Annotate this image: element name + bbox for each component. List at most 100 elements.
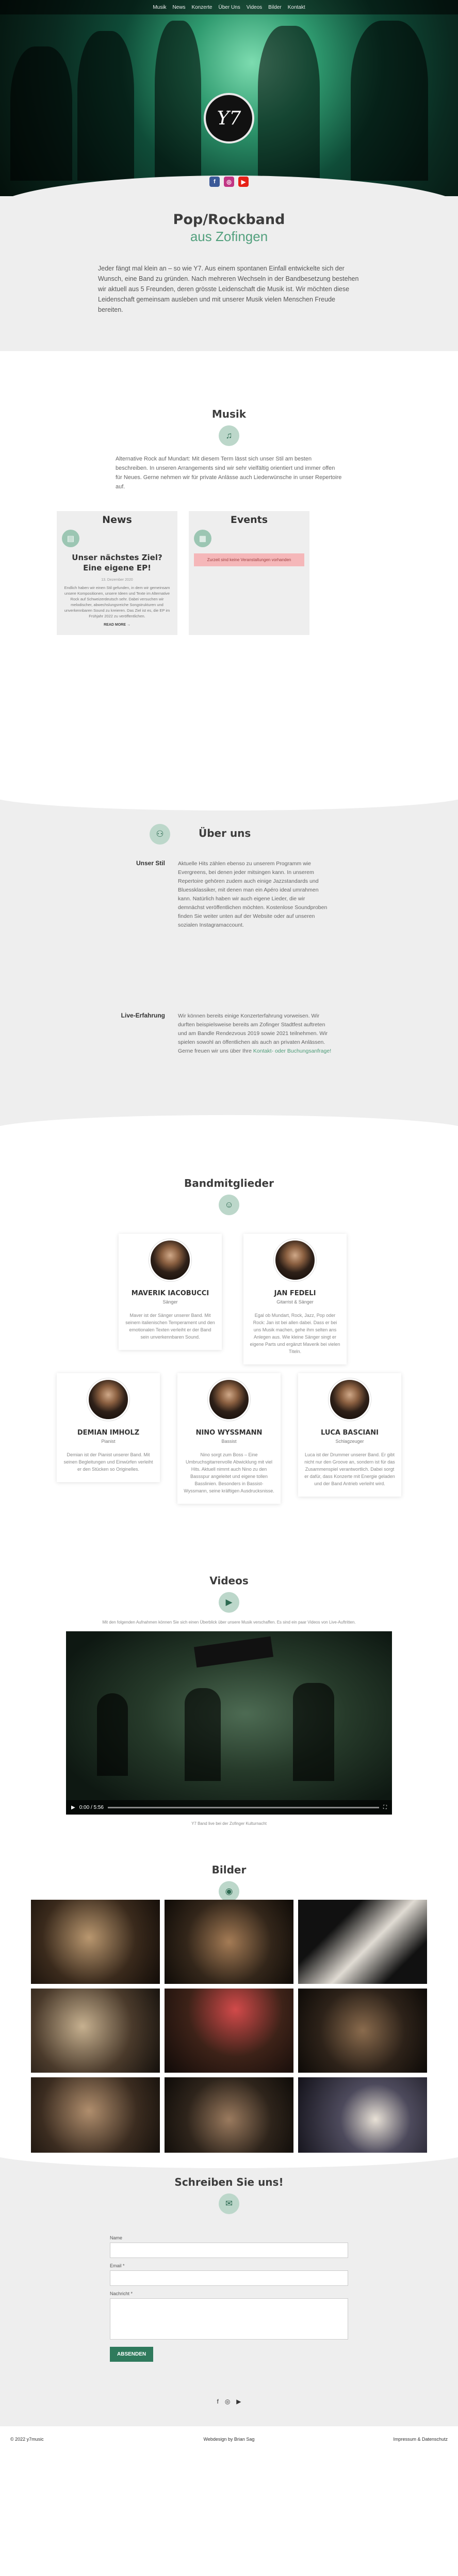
member-name: DEMIAN IMHOLZ [77,1429,140,1437]
band-silhouette [10,46,72,181]
gallery-photo[interactable] [31,1989,160,2073]
member-card: DEMIAN IMHOLZ Pianist Demian ist der Pia… [57,1373,160,1482]
news-body: Endlich haben wir einen Stil gefunden, i… [64,585,170,618]
band-silhouette [155,21,201,181]
members-title: Bandmitglieder [184,1177,274,1189]
instagram-icon[interactable]: ◎ [225,2398,230,2405]
member-desc: Maver ist der Sänger unserer Band. Mit s… [125,1313,215,1340]
musik-text: Alternative Rock auf Mundart: Mit diesem… [116,456,342,490]
user-icon: ☺ [219,1195,239,1215]
nav-musik[interactable]: Musik [153,5,166,10]
bilder-section: Bilder ◉ [0,1848,458,2153]
fullscreen-icon[interactable]: ⛶ [383,1805,387,1810]
gallery-photo[interactable] [165,1900,293,1984]
video-progress[interactable] [107,1806,379,1808]
member-name: NINO WYSSMANN [195,1429,263,1437]
message-field[interactable] [110,2298,348,2340]
email-field[interactable] [110,2270,348,2286]
events-empty-notice: Zurzeit sind keine Veranstaltungen vorha… [194,553,304,566]
facebook-icon[interactable]: f [209,177,220,187]
member-role: Schlagzeuger [335,1439,364,1444]
name-field[interactable] [110,2243,348,2258]
play-icon[interactable]: ▶ [71,1805,75,1810]
about-label: Unser Stil [136,860,165,867]
youtube-icon[interactable]: ▶ [238,177,249,187]
videos-title: Videos [209,1575,249,1587]
footer: © 2022 y7music Webdesign by Brian Sag Im… [0,2426,458,2451]
video-subcaption: Y7 Band live bei der Zofinger Kulturnach… [191,1821,267,1826]
performer [97,1693,128,1776]
gallery-photo[interactable] [165,2077,293,2153]
instagram-icon[interactable]: ◎ [224,177,234,187]
contact-link[interactable]: Kontakt- oder Buchungsanfrage! [253,1048,331,1054]
about-wave-bottom [0,1115,458,1131]
hero-social-links: f ◎ ▶ [0,177,458,187]
nav-ueber-uns[interactable]: Über Uns [219,5,240,10]
about-label: Live-Erfahrung [121,1012,165,1019]
video-player[interactable]: ▶ 0:00 / 5:56 ⛶ [66,1631,392,1815]
nav-videos[interactable]: Videos [247,5,262,10]
email-label: Email * [110,2263,125,2268]
member-photo [87,1378,129,1421]
member-role: Gitarrist & Sänger [276,1299,314,1305]
member-desc: Egal ob Mundart, Rock, Jazz, Pop oder Ro… [250,1313,340,1354]
member-card: LUCA BASCIANI Schlagzeuger Luca ist der … [298,1373,401,1497]
gallery-photo[interactable] [298,2077,427,2153]
band-silhouette [77,31,134,181]
read-more-link[interactable]: READ MORE → [62,623,172,627]
contact-section: Schreiben Sie uns! ✉ Name Email * Nachri… [0,2153,458,2426]
gallery-photo[interactable] [31,2077,160,2153]
about-row-stil: Unser Stil Aktuelle Hits zählen ebenso z… [93,860,361,930]
videos-caption: Mit den folgenden Aufnahmen können Sie s… [102,1620,356,1625]
stage-banner [193,1636,274,1668]
video-time: 0:00 / 5:56 [79,1804,104,1810]
gallery-photo[interactable] [31,1900,160,1984]
newspaper-icon: ▤ [62,530,79,547]
mail-icon: ✉ [219,2193,239,2214]
performer [185,1688,221,1781]
contact-form: Name Email * Nachricht * ABSENDEN [110,2230,348,2362]
gallery-photo[interactable] [298,1989,427,2073]
users-icon: ⚇ [150,824,170,845]
youtube-icon[interactable]: ▶ [236,2398,241,2405]
events-card: Events ▦ Zurzeit sind keine Veranstaltun… [189,511,309,635]
top-nav: Musik News Konzerte Über Uns Videos Bild… [0,0,458,14]
member-photo [149,1239,191,1281]
webdesign-credit: Webdesign by Brian Sag [203,2437,255,2442]
video-icon: ▶ [219,1592,239,1613]
band-silhouette [351,21,428,181]
member-name: JAN FEDELI [274,1290,316,1297]
facebook-icon[interactable]: f [217,2398,218,2405]
impressum-link[interactable]: Impressum & Datenschutz [393,2437,448,2442]
band-logo: Y7 [204,93,254,144]
member-role: Sänger [162,1299,178,1305]
members-section: Bandmitglieder ☺ MAVERIK IACOBUCCI Sänge… [0,1131,458,1559]
nav-bilder[interactable]: Bilder [268,5,282,10]
intro-title: Pop/Rockband [173,212,285,228]
nav-news[interactable]: News [172,5,185,10]
nav-kontakt[interactable]: Kontakt [288,5,305,10]
bilder-title: Bilder [211,1864,247,1876]
about-text: Aktuelle Hits zählen ebenso zu unserem P… [178,861,328,928]
member-card: JAN FEDELI Gitarrist & Sänger Egal ob Mu… [243,1234,347,1364]
send-button[interactable]: ABSENDEN [110,2347,154,2362]
news-events-cards: News ▤ Unser nächstes Ziel? Eine eigene … [57,511,356,635]
intro-section: Pop/Rockband aus Zofingen Jeder fängt ma… [0,196,458,351]
nav-konzerte[interactable]: Konzerte [191,5,212,10]
member-name: MAVERIK IACOBUCCI [131,1290,209,1297]
member-role: Pianist [101,1439,116,1444]
member-card: NINO WYSSMANN Bassist Nino sorgt zum Bos… [177,1373,281,1504]
member-desc: Nino sorgt zum Boss – Eine Umbruchsgitar… [184,1452,274,1493]
news-card: News ▤ Unser nächstes Ziel? Eine eigene … [57,511,177,635]
gallery-photo[interactable] [165,1989,293,2073]
news-post-title[interactable]: Unser nächstes Ziel? Eine eigene EP! [62,552,172,573]
gallery-photo[interactable] [298,1900,427,1984]
about-wave-top [0,795,458,810]
member-role: Bassist [221,1439,237,1444]
message-label: Nachricht * [110,2291,133,2296]
performer [293,1683,334,1781]
videos-section: Videos ▶ Mit den folgenden Aufnahmen kön… [0,1559,458,1848]
about-title: Über uns [199,827,251,839]
footer-social: f ◎ ▶ [0,2398,458,2405]
member-desc: Luca ist der Drummer unserer Band. Er gi… [304,1452,395,1486]
